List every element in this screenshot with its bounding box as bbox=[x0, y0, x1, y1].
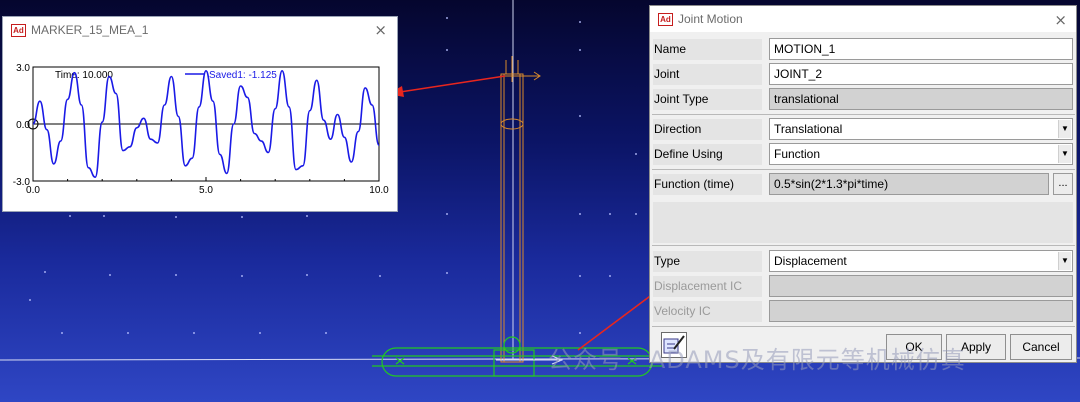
displacement-ic-label: Displacement IC bbox=[653, 276, 762, 297]
function-label: Function (time) bbox=[653, 174, 762, 195]
plot-area: 3.0 0.0 -3.0 0.0 5.0 10.0 Time: 10.000 Saved1: … bbox=[3, 43, 399, 213]
function-field[interactable]: 0.5*sin(2*1.3*pi*time) bbox=[769, 173, 1049, 195]
close-icon[interactable]: × bbox=[374, 21, 387, 39]
joint-field[interactable]: JOINT_2 bbox=[769, 63, 1073, 85]
x-tick-label: 0.0 bbox=[26, 185, 40, 196]
plot-window[interactable]: Ad MARKER_15_MEA_1 × 3.0 0.0 -3.0 0.0 5.0 10.… bbox=[2, 16, 398, 212]
displacement-ic-row: Displacement IC bbox=[650, 274, 1078, 299]
x-tick-label: 10.0 bbox=[369, 185, 389, 196]
function-row: Function (time) 0.5*sin(2*1.3*pi*time) .… bbox=[650, 172, 1078, 197]
cancel-button[interactable]: Cancel bbox=[1010, 334, 1072, 360]
chevron-down-icon[interactable]: ▼ bbox=[1058, 252, 1071, 270]
adams-logo-icon: Ad bbox=[11, 23, 26, 37]
type-row: Type Displacement ▼ bbox=[650, 249, 1078, 274]
chevron-down-icon[interactable]: ▼ bbox=[1058, 120, 1071, 138]
joint-motion-dialog[interactable]: Ad Joint Motion × Name MOTION_1 Joint JO… bbox=[649, 5, 1077, 363]
chevron-down-icon[interactable]: ▼ bbox=[1058, 145, 1071, 163]
x-tick-label: 5.0 bbox=[199, 185, 213, 196]
name-row: Name MOTION_1 bbox=[650, 37, 1078, 62]
define-using-row: Define Using Function ▼ bbox=[650, 142, 1078, 167]
define-using-label: Define Using bbox=[653, 144, 762, 165]
divider bbox=[652, 169, 1075, 170]
y-tick-label: 3.0 bbox=[16, 63, 30, 74]
time-annotation: Time: 10.000 bbox=[55, 70, 113, 81]
watermark: 公众号 · ADAMS及有限元等机械仿真 bbox=[548, 346, 966, 374]
joint-row: Joint JOINT_2 bbox=[650, 62, 1078, 87]
divider bbox=[652, 245, 1075, 246]
type-value: Displacement bbox=[774, 254, 847, 268]
adams-logo-icon: Ad bbox=[658, 12, 673, 26]
velocity-ic-label: Velocity IC bbox=[653, 301, 762, 322]
direction-label: Direction bbox=[653, 119, 762, 140]
joint-type-label: Joint Type bbox=[653, 89, 762, 110]
function-builder-button[interactable]: ... bbox=[1053, 173, 1073, 195]
velocity-ic-field bbox=[769, 300, 1073, 322]
name-field[interactable]: MOTION_1 bbox=[769, 38, 1073, 60]
function-expansion-area bbox=[653, 202, 1073, 243]
dialog-title-bar[interactable]: Ad Joint Motion bbox=[650, 6, 1076, 32]
plot-window-title: MARKER_15_MEA_1 bbox=[31, 23, 149, 37]
divider bbox=[652, 114, 1075, 115]
joint-label: Joint bbox=[653, 64, 762, 85]
type-label: Type bbox=[653, 251, 762, 272]
joint-type-field: translational bbox=[769, 88, 1073, 110]
slider-rod bbox=[500, 56, 541, 363]
name-label: Name bbox=[653, 39, 762, 60]
close-icon[interactable]: × bbox=[1054, 11, 1067, 29]
divider bbox=[652, 326, 1075, 327]
y-tick-label: 0.0 bbox=[16, 120, 30, 131]
type-select[interactable]: Displacement ▼ bbox=[769, 250, 1073, 272]
dialog-title: Joint Motion bbox=[678, 12, 743, 26]
velocity-ic-row: Velocity IC bbox=[650, 299, 1078, 324]
direction-value: Translational bbox=[774, 122, 843, 136]
define-using-select[interactable]: Function ▼ bbox=[769, 143, 1073, 165]
direction-row: Direction Translational ▼ bbox=[650, 117, 1078, 142]
direction-select[interactable]: Translational ▼ bbox=[769, 118, 1073, 140]
legend-label: Saved1: -1.125 bbox=[209, 70, 277, 81]
plot-window-title-bar[interactable]: Ad MARKER_15_MEA_1 bbox=[3, 17, 397, 43]
chart: 3.00.0-3.00.0 5.0 10.0Time: 10.000 Saved1: … bbox=[13, 63, 389, 196]
define-using-value: Function bbox=[774, 147, 821, 161]
joint-type-row: Joint Type translational bbox=[650, 87, 1078, 112]
displacement-ic-field bbox=[769, 275, 1073, 297]
